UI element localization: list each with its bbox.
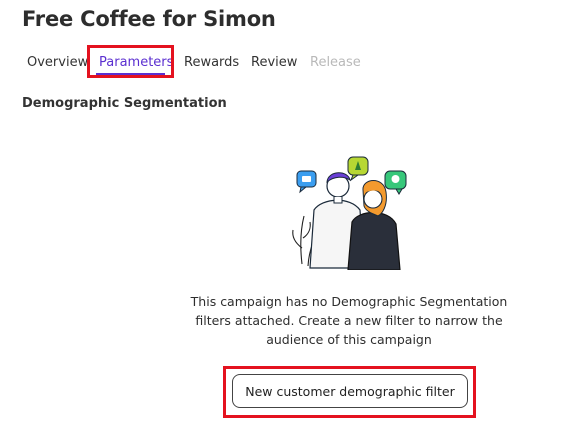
person-right-figure (347, 180, 401, 270)
chat-bubble-green-icon (384, 170, 407, 195)
active-tab-indicator (96, 73, 165, 75)
tab-bar: Overview Parameters Rewards Review Relea… (0, 52, 569, 78)
tab-overview[interactable]: Overview (27, 55, 88, 70)
tab-review[interactable]: Review (251, 55, 297, 70)
section-title: Demographic Segmentation (22, 96, 227, 111)
chat-bubble-lime-icon (347, 156, 369, 182)
empty-state-illustration (292, 156, 407, 270)
tab-release: Release (310, 55, 361, 70)
tab-rewards[interactable]: Rewards (184, 55, 239, 70)
empty-state-message: This campaign has no Demographic Segment… (190, 294, 508, 347)
tab-parameters[interactable]: Parameters (99, 55, 173, 70)
page-title: Free Coffee for Simon (22, 7, 276, 31)
chat-bubble-blue-icon (296, 170, 317, 194)
new-demographic-filter-button[interactable]: New customer demographic filter (232, 374, 468, 408)
